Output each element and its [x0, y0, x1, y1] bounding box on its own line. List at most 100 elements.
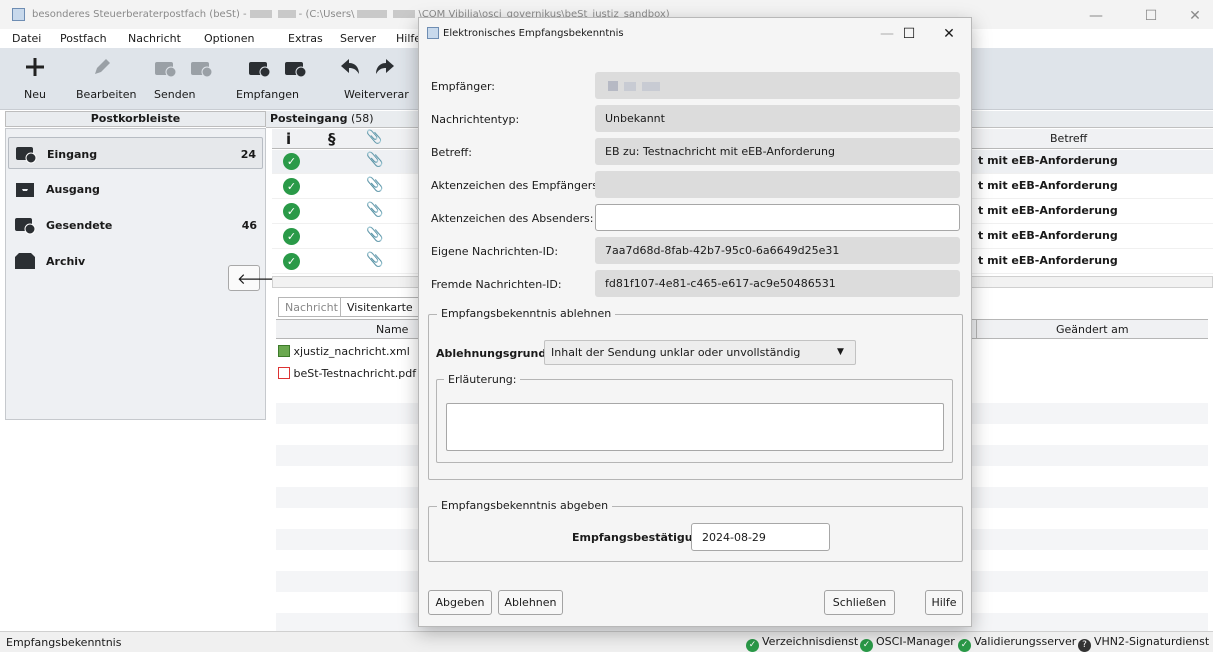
submit-button[interactable]: Abgeben — [428, 590, 492, 615]
recipient-reference-field — [595, 171, 960, 198]
sender-reference-input[interactable] — [595, 204, 960, 231]
check-icon: ✓ — [746, 639, 759, 652]
sidebar-item-count: 24 — [240, 148, 256, 161]
reply-icon[interactable] — [339, 56, 361, 78]
name-column[interactable]: Name — [376, 323, 408, 336]
app-icon — [427, 27, 439, 39]
attachment-column[interactable]: 📎 — [366, 130, 382, 145]
submit-group-title: Empfangsbekenntnis abgeben — [437, 499, 613, 512]
dialog-titlebar: Elektronisches Empfangsbekenntnis — ☐ ✕ — [419, 18, 971, 49]
statusbar: Empfangsbekenntnis ✓ Verzeichnisdienst ✓ O… — [0, 631, 1213, 652]
paragraph-column[interactable]: § — [328, 130, 336, 148]
row-subject: t mit eEB-Anforderung — [978, 254, 1118, 267]
attachment-icon: 📎 — [366, 252, 384, 268]
forward-label[interactable]: Weiterverar — [344, 88, 409, 101]
service-status[interactable]: ✓ OSCI-Manager — [860, 635, 955, 652]
maximize-button[interactable]: ☐ — [889, 23, 929, 45]
pdf-file-icon — [278, 367, 290, 379]
sidebar-item-gesendete[interactable]: Gesendete 46 — [8, 209, 263, 241]
info-column[interactable]: i — [286, 130, 291, 148]
foreign-message-id-field: fd81f107-4e81-c465-e617-ac9e50486531 — [595, 270, 960, 297]
tab-nachricht[interactable]: Nachricht — [278, 297, 345, 317]
changed-column[interactable]: Geändert am — [1056, 323, 1129, 336]
row-subject: t mit eEB-Anforderung — [978, 154, 1118, 167]
sidebar-item-label: Gesendete — [46, 219, 113, 232]
sidebar-header: Postkorbleiste — [5, 111, 266, 127]
outbox-icon — [16, 183, 34, 197]
sidebar-item-ausgang[interactable]: Ausgang — [8, 173, 263, 205]
service-status[interactable]: ✓ Verzeichnisdienst — [746, 635, 858, 652]
maximize-button[interactable]: ☐ — [1128, 5, 1174, 27]
attachment-icon: 📎 — [366, 227, 384, 243]
archive-icon — [15, 253, 35, 269]
new-label[interactable]: Neu — [24, 88, 46, 101]
close-dialog-button[interactable]: ✕ — [929, 23, 969, 45]
menu-nachricht[interactable]: Nachricht — [128, 32, 181, 45]
help-button[interactable]: Hilfe — [925, 590, 963, 615]
inbox-title: Posteingang (58) — [270, 112, 374, 125]
date-value: 2024-08-29 — [702, 531, 766, 544]
row-subject: t mit eEB-Anforderung — [978, 204, 1118, 217]
explanation-textarea[interactable] — [446, 403, 944, 451]
sidebar-panel: Eingang 24 Ausgang Gesendete 46 Archiv 🡐 — [5, 128, 277, 420]
minimize-button[interactable]: — — [1073, 5, 1119, 27]
recipient-field — [595, 72, 960, 99]
sidebar-item-count: 46 — [241, 219, 257, 232]
sidebar-item-label: Archiv — [46, 255, 86, 268]
sender-reference-label: Aktenzeichen des Absenders: — [431, 212, 594, 225]
list-item[interactable]: xjustiz_nachricht.xml — [278, 345, 410, 358]
reject-reason-label: Ablehnungsgrund: — [436, 347, 551, 360]
pencil-icon[interactable] — [91, 56, 113, 78]
tab-visitenkarte[interactable]: Visitenkarte — [340, 297, 420, 317]
reject-reason-select[interactable]: Inhalt der Sendung unklar oder unvollstä… — [544, 340, 856, 365]
attachment-icon: 📎 — [366, 202, 384, 218]
close-button[interactable]: Schließen — [824, 590, 895, 615]
own-message-id-field: 7aa7d68d-8fab-42b7-95c0-6a6649d25e31 — [595, 237, 960, 264]
column-divider — [976, 319, 977, 339]
close-window-button[interactable]: ✕ — [1172, 5, 1213, 27]
subject-field: EB zu: Testnachricht mit eEB-Anforderung — [595, 138, 960, 165]
sidebar-item-eingang[interactable]: Eingang 24 — [8, 137, 263, 169]
sent-icon — [15, 218, 36, 235]
attachment-icon: 📎 — [366, 177, 384, 193]
forward-icon[interactable] — [374, 56, 396, 78]
receipt-date-input[interactable]: 2024-08-29 — [691, 523, 830, 551]
receive-icon[interactable] — [248, 57, 270, 79]
status-text: Empfangsbekenntnis — [6, 636, 122, 649]
send-label[interactable]: Senden — [154, 88, 195, 101]
receipt-dialog: Elektronisches Empfangsbekenntnis — ☐ ✕ … — [418, 17, 972, 627]
row-subject: t mit eEB-Anforderung — [978, 229, 1118, 242]
recipient-reference-label: Aktenzeichen des Empfängers: — [431, 179, 602, 192]
plus-icon[interactable] — [24, 56, 46, 78]
menu-extras[interactable]: Extras — [288, 32, 323, 45]
service-status[interactable]: ? VHN2-Signaturdienst — [1078, 635, 1209, 652]
menu-datei[interactable]: Datei — [12, 32, 41, 45]
check-icon: ✓ — [958, 639, 971, 652]
receive-all-icon[interactable] — [284, 57, 306, 79]
reject-button[interactable]: Ablehnen — [498, 590, 563, 615]
check-icon: ✓ — [283, 153, 300, 170]
foreign-message-id-label: Fremde Nachrichten-ID: — [431, 278, 562, 291]
reject-group-title: Empfangsbekenntnis ablehnen — [437, 307, 616, 320]
menu-server[interactable]: Server — [340, 32, 376, 45]
send-icon[interactable] — [154, 57, 176, 79]
send-all-icon[interactable] — [190, 57, 212, 79]
menu-postfach[interactable]: Postfach — [60, 32, 107, 45]
menu-optionen[interactable]: Optionen — [204, 32, 254, 45]
subject-label: Betreff: — [431, 146, 472, 159]
receive-label[interactable]: Empfangen — [236, 88, 299, 101]
inbox-icon — [16, 147, 37, 164]
message-type-label: Nachrichtentyp: — [431, 113, 520, 126]
service-status[interactable]: ✓ Validierungsserver — [958, 635, 1076, 652]
list-item[interactable]: beSt-Testnachricht.pdf — [278, 367, 416, 380]
recipient-label: Empfänger: — [431, 80, 496, 93]
check-icon: ✓ — [283, 203, 300, 220]
edit-label[interactable]: Bearbeiten — [76, 88, 136, 101]
sidebar-item-archiv[interactable]: Archiv — [8, 245, 263, 277]
explanation-label: Erläuterung: — [444, 373, 521, 386]
collapse-sidebar-button[interactable]: 🡐 — [228, 265, 277, 291]
select-value: Inhalt der Sendung unklar oder unvollstä… — [551, 346, 801, 359]
subject-column[interactable]: Betreff — [1050, 132, 1087, 145]
own-message-id-label: Eigene Nachrichten-ID: — [431, 245, 559, 258]
sidebar-item-label: Ausgang — [46, 183, 100, 196]
